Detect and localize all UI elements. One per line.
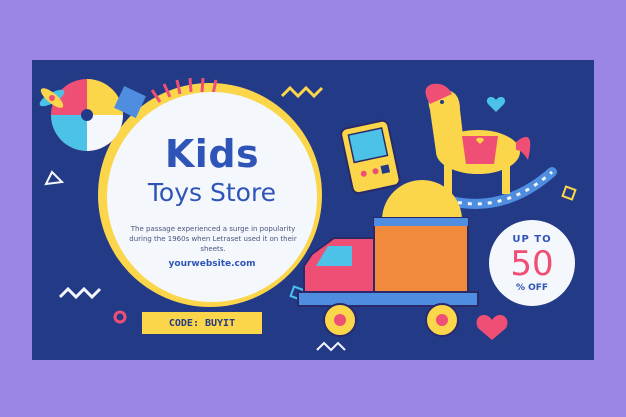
offer-off-label: % OFF bbox=[515, 283, 549, 293]
title-toys-store: Toys Store bbox=[147, 178, 277, 207]
discount-badge: UP TO 50 % OFF bbox=[489, 220, 575, 306]
beach-ball-icon bbox=[51, 79, 123, 151]
handheld-game-icon bbox=[340, 119, 401, 195]
description-text: The passage experienced a surge in popul… bbox=[129, 225, 297, 253]
promo-banner: Kids Toys Store The passage experienced … bbox=[32, 60, 594, 360]
zigzag-icon bbox=[280, 85, 324, 99]
promo-code-badge: CODE: BUYIT bbox=[142, 312, 262, 334]
offer-value: 50 bbox=[510, 244, 554, 284]
toy-truck-icon bbox=[297, 180, 479, 337]
website-link[interactable]: yourwebsite.com bbox=[122, 259, 302, 269]
heart-icon bbox=[486, 97, 506, 112]
title-kids: Kids bbox=[164, 132, 260, 176]
